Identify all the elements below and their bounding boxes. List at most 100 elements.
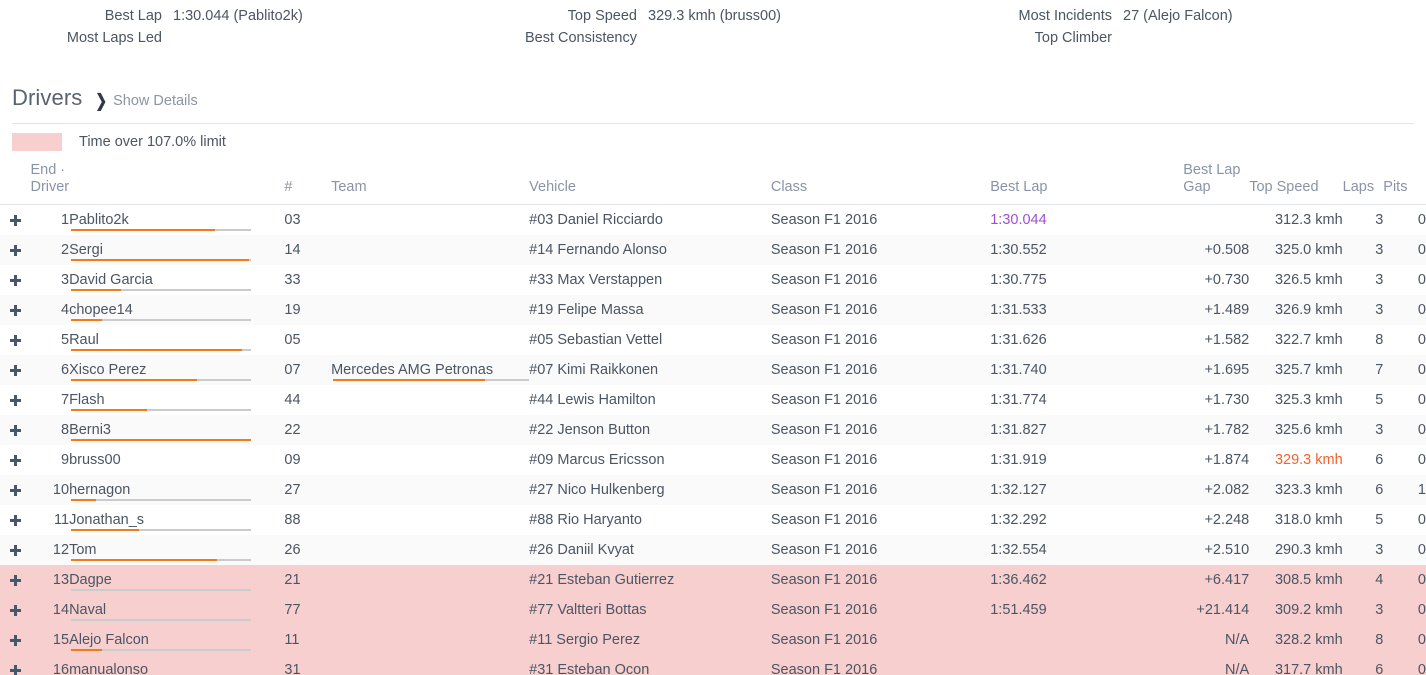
team-name-cell[interactable]: Mercedes AMG Petronas: [331, 355, 530, 385]
table-row[interactable]: 11 Jonathan_s 88 #88 Rio Haryanto Season F1 …: [0, 505, 1426, 535]
team-name-cell[interactable]: [331, 505, 529, 535]
team-name-cell[interactable]: [331, 385, 529, 415]
vehicle-name: #33 Max Verstappen: [529, 272, 663, 288]
driver-name-cell[interactable]: Alejo Falcon: [69, 625, 284, 655]
table-row[interactable]: 12 Tom 26 #26 Daniil Kvyat Season F1 2016 1:3…: [0, 535, 1426, 565]
expand-row-button[interactable]: [0, 205, 30, 236]
expand-row-button[interactable]: [0, 655, 30, 675]
column-header-best-lap-gap[interactable]: Best Lap Gap: [1183, 162, 1250, 205]
team-name-cell[interactable]: [331, 595, 529, 625]
driver-name: Xisco Perez: [69, 362, 147, 378]
table-row[interactable]: 6 Xisco Perez 07 Mercedes AMG Petronas #07 K…: [0, 355, 1426, 385]
column-header-class[interactable]: Class: [770, 162, 991, 205]
table-row[interactable]: 5 Raul 05 #05 Sebastian Vettel Season F1 201…: [0, 325, 1426, 355]
team-name-cell[interactable]: [331, 625, 529, 655]
column-header-pits[interactable]: Pits: [1383, 162, 1426, 205]
table-row[interactable]: 9 bruss00 09 #09 Marcus Ericsson Season F1 2…: [0, 445, 1426, 475]
table-row[interactable]: 8 Berni3 22 #22 Jenson Button Season F1 2016…: [0, 415, 1426, 445]
plus-icon: [9, 484, 21, 496]
expand-row-button[interactable]: [0, 355, 30, 385]
expand-row-button[interactable]: [0, 385, 30, 415]
laps-count: 4: [1375, 572, 1384, 588]
best-lap-time: 1:51.459: [990, 602, 1047, 618]
column-header-number[interactable]: #: [284, 162, 332, 205]
team-name-cell[interactable]: [331, 535, 529, 565]
driver-name-cell[interactable]: Berni3: [69, 415, 284, 445]
pits-count: 0: [1417, 572, 1426, 588]
expand-row-button[interactable]: [0, 475, 30, 505]
column-header-top-speed[interactable]: Top Speed: [1249, 162, 1343, 205]
show-details-link[interactable]: Show Details: [113, 93, 198, 109]
column-header-end-driver[interactable]: End · Driver: [30, 162, 69, 205]
table-row[interactable]: 16 manualonso 31 #31 Esteban Ocon Season F1 …: [0, 655, 1426, 675]
team-name-cell[interactable]: [331, 475, 529, 505]
table-row[interactable]: 15 Alejo Falcon 11 #11 Sergio Perez Season F…: [0, 625, 1426, 655]
driver-name: bruss00: [69, 452, 121, 468]
pits-count: 0: [1417, 452, 1426, 468]
table-row[interactable]: 4 chopee14 19 #19 Felipe Massa Season F1 201…: [0, 295, 1426, 325]
team-name-cell[interactable]: [331, 445, 529, 475]
best-lap-gap: +0.508: [1204, 242, 1250, 258]
team-name-cell[interactable]: [331, 565, 529, 595]
expand-row-button[interactable]: [0, 265, 30, 295]
position-number: 4: [60, 302, 70, 318]
driver-name-cell[interactable]: Sergi: [69, 235, 284, 265]
driver-name-cell[interactable]: bruss00: [69, 445, 284, 475]
expand-row-button[interactable]: [0, 625, 30, 655]
column-header-best-lap[interactable]: Best Lap: [990, 162, 1184, 205]
driver-name-cell[interactable]: Raul: [69, 325, 284, 355]
car-number: 88: [284, 512, 301, 528]
expand-row-button[interactable]: [0, 325, 30, 355]
expand-row-button[interactable]: [0, 535, 30, 565]
progress-track: [71, 259, 252, 261]
expand-row-button[interactable]: [0, 445, 30, 475]
chevron-right-icon[interactable]: ❯: [95, 91, 107, 109]
table-row[interactable]: 1 Pablito2k 03 #03 Daniel Ricciardo Season F…: [0, 204, 1426, 236]
table-row[interactable]: 2 Sergi 14 #14 Fernando Alonso Season F1 201…: [0, 235, 1426, 265]
team-name-cell[interactable]: [331, 295, 529, 325]
expand-row-button[interactable]: [0, 565, 30, 595]
progress-fill: [71, 349, 243, 351]
driver-name-cell[interactable]: Xisco Perez: [69, 355, 284, 385]
column-header-team[interactable]: Team: [331, 162, 530, 205]
driver-name-cell[interactable]: David Garcia: [69, 265, 284, 295]
best-lap-time: 1:36.462: [990, 572, 1047, 588]
driver-name-cell[interactable]: Tom: [69, 535, 284, 565]
table-row[interactable]: 10 hernagon 27 #27 Nico Hulkenberg Season F1…: [0, 475, 1426, 505]
driver-name-cell[interactable]: Flash: [69, 385, 284, 415]
pits-count: 0: [1417, 422, 1426, 438]
team-name-cell[interactable]: [331, 265, 529, 295]
summary-stat-top-climber: Top Climber: [950, 27, 1425, 49]
column-header-laps[interactable]: Laps: [1342, 162, 1384, 205]
table-row[interactable]: 14 Naval 77 #77 Valtteri Bottas Season F1 20…: [0, 595, 1426, 625]
position-number: 7: [60, 392, 70, 408]
expand-row-button[interactable]: [0, 295, 30, 325]
table-row[interactable]: 13 Dagpe 21 #21 Esteban Gutierrez Season F1 …: [0, 565, 1426, 595]
driver-name: chopee14: [69, 302, 133, 318]
driver-name-cell[interactable]: Dagpe: [69, 565, 284, 595]
top-speed-value: 318.0 kmh: [1274, 512, 1343, 528]
driver-name-cell[interactable]: Jonathan_s: [69, 505, 284, 535]
driver-name-cell[interactable]: chopee14: [69, 295, 284, 325]
table-row[interactable]: 3 David Garcia 33 #33 Max Verstappen Season …: [0, 265, 1426, 295]
driver-name-cell[interactable]: Naval: [69, 595, 284, 625]
team-name-cell[interactable]: [331, 655, 529, 675]
driver-name-cell[interactable]: manualonso: [69, 655, 284, 675]
driver-name-cell[interactable]: hernagon: [69, 475, 284, 505]
expand-row-button[interactable]: [0, 235, 30, 265]
team-name-cell[interactable]: [331, 235, 529, 265]
table-row[interactable]: 7 Flash 44 #44 Lewis Hamilton Season F1 2016…: [0, 385, 1426, 415]
progress-fill: [71, 319, 102, 321]
team-name-cell[interactable]: [331, 205, 529, 236]
column-header-vehicle[interactable]: Vehicle: [529, 162, 771, 205]
expand-row-button[interactable]: [0, 595, 30, 625]
team-name-cell[interactable]: [331, 325, 529, 355]
laps-count: 6: [1375, 662, 1384, 675]
driver-name-cell[interactable]: Pablito2k: [69, 205, 284, 236]
progress-track: [71, 319, 252, 321]
team-name-cell[interactable]: [331, 415, 529, 445]
class-name: Season F1 2016: [770, 602, 878, 618]
vehicle-name: #03 Daniel Ricciardo: [529, 212, 663, 228]
expand-row-button[interactable]: [0, 415, 30, 445]
expand-row-button[interactable]: [0, 505, 30, 535]
